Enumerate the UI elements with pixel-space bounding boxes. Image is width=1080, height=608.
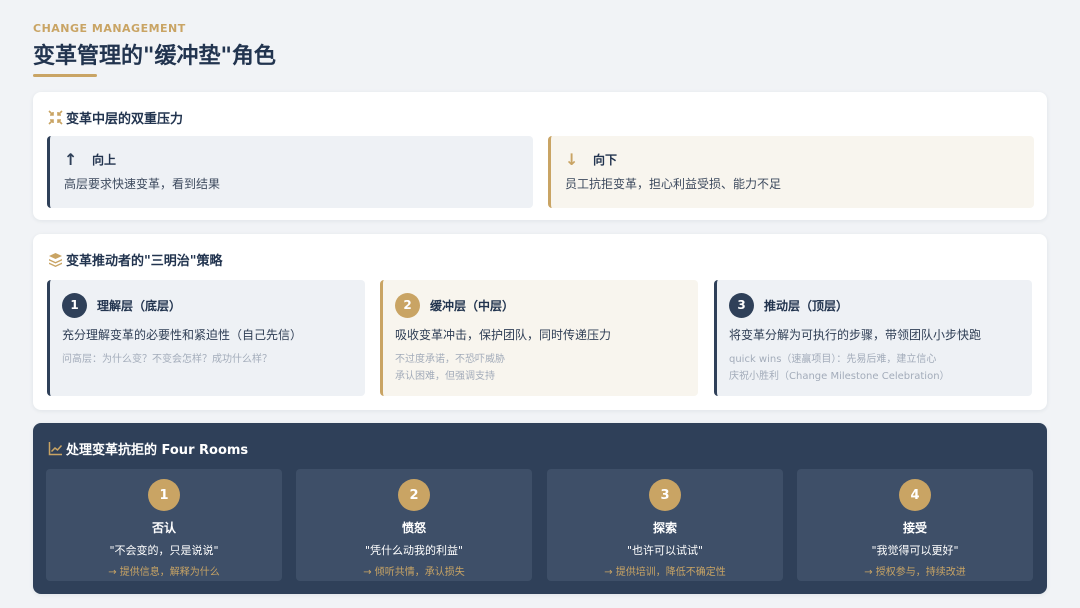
layer-desc: 吸收变革冲击，保护团队，同时传递压力 xyxy=(395,328,612,342)
layer-label: 推动层（顶层） xyxy=(764,298,849,313)
rooms-heading: 处理变革抗拒的 Four Rooms xyxy=(48,439,248,458)
room-action: → 提供信息，解释为什么 xyxy=(108,567,220,578)
pressure-down-box: ↓ 向下 员工抗拒变革，担心利益受损、能力不足 xyxy=(548,136,1034,208)
layer-number: 1 xyxy=(62,292,87,318)
arrow-up-icon: ↑ xyxy=(64,149,78,169)
pressure-card: 变革中层的双重压力 ↑ 向上 高层要求快速变革，看到结果 ↓ 向下 员工抗拒变革… xyxy=(33,92,1047,220)
room-action: → 授权参与，持续改进 xyxy=(864,567,966,578)
pressure-down-label: 向下 xyxy=(593,152,618,167)
room-number: 1 xyxy=(148,479,180,511)
sandwich-card: 变革推动者的"三明治"策略 1 理解层（底层） 充分理解变革的必要性和紧迫性（自… xyxy=(33,234,1047,410)
room-action: → 提供培训，降低不确定性 xyxy=(604,567,726,578)
room-denial: 1 否认 "不会变的，只是说说" → 提供信息，解释为什么 xyxy=(46,469,282,581)
rooms-title: 处理变革抗拒的 Four Rooms xyxy=(66,443,249,458)
eyebrow-label: CHANGE MANAGEMENT xyxy=(33,22,186,35)
room-name: 愤怒 xyxy=(401,521,426,535)
four-rooms-card: 处理变革抗拒的 Four Rooms 1 否认 "不会变的，只是说说" → 提供… xyxy=(33,423,1047,594)
layer-number: 2 xyxy=(395,292,420,318)
layer-label: 理解层（底层） xyxy=(97,298,182,313)
arrow-down-icon: ↓ xyxy=(565,149,579,169)
title-underline xyxy=(33,74,97,77)
room-action: → 倾听共情，承认损失 xyxy=(363,567,465,578)
layer-label: 缓冲层（中层） xyxy=(430,298,515,313)
pressure-down-desc: 员工抗拒变革，担心利益受损、能力不足 xyxy=(565,177,782,191)
layer-notes: 问高层：为什么变？不变会怎样？成功什么样？ xyxy=(62,351,365,368)
layers-icon xyxy=(48,252,63,267)
layer-number: 3 xyxy=(729,292,754,318)
room-quote: "凭什么动我的利益" xyxy=(364,544,464,557)
room-accept: 4 接受 "我觉得可以更好" → 授权参与，持续改进 xyxy=(797,469,1033,581)
layer-desc: 充分理解变革的必要性和紧迫性（自己先信） xyxy=(62,328,303,342)
layer-desc: 将变革分解为可执行的步骤，带领团队小步快跑 xyxy=(729,328,982,342)
room-number: 2 xyxy=(398,479,430,511)
room-name: 接受 xyxy=(902,521,927,535)
layer-notes: 不过度承诺，不恐吓威胁 承认困难，但强调支持 xyxy=(395,351,698,385)
pressure-title: 变革中层的双重压力 xyxy=(66,112,184,127)
layer-note: quick wins（速赢项目）：先易后难，建立信心 xyxy=(729,354,937,365)
room-name: 否认 xyxy=(151,521,176,535)
layer-understand: 1 理解层（底层） 充分理解变革的必要性和紧迫性（自己先信） 问高层：为什么变？… xyxy=(47,280,365,396)
page-title: 变革管理的"缓冲垫"角色 xyxy=(33,44,276,69)
pressure-up-desc: 高层要求快速变革，看到结果 xyxy=(64,177,221,191)
room-quote: "不会变的，只是说说" xyxy=(109,544,219,557)
layer-notes: quick wins（速赢项目）：先易后难，建立信心 庆祝小胜利（Change … xyxy=(729,351,1032,385)
layer-buffer: 2 缓冲层（中层） 吸收变革冲击，保护团队，同时传递压力 不过度承诺，不恐吓威胁… xyxy=(380,280,698,396)
trend-chart-icon xyxy=(48,441,63,456)
room-number: 3 xyxy=(649,479,681,511)
layer-note: 庆祝小胜利（Change Milestone Celebration） xyxy=(729,371,950,382)
layer-note: 不过度承诺，不恐吓威胁 xyxy=(395,354,505,365)
room-number: 4 xyxy=(899,479,931,511)
room-name: 探索 xyxy=(652,521,677,535)
pressure-up-box: ↑ 向上 高层要求快速变革，看到结果 xyxy=(47,136,533,208)
pressure-up-label: 向上 xyxy=(92,152,117,167)
compress-arrows-icon xyxy=(48,110,63,125)
sandwich-heading: 变革推动者的"三明治"策略 xyxy=(48,250,223,269)
room-anger: 2 愤怒 "凭什么动我的利益" → 倾听共情，承认损失 xyxy=(296,469,532,581)
layer-drive: 3 推动层（顶层） 将变革分解为可执行的步骤，带领团队小步快跑 quick wi… xyxy=(714,280,1032,396)
room-explore: 3 探索 "也许可以试试" → 提供培训，降低不确定性 xyxy=(547,469,783,581)
sandwich-title: 变革推动者的"三明治"策略 xyxy=(66,254,223,269)
room-quote: "也许可以试试" xyxy=(626,544,704,557)
pressure-heading: 变革中层的双重压力 xyxy=(48,108,183,127)
layer-note: 问高层：为什么变？不变会怎样？成功什么样？ xyxy=(62,354,272,365)
layer-note: 承认困难，但强调支持 xyxy=(395,371,495,382)
room-quote: "我觉得可以更好" xyxy=(871,544,959,557)
